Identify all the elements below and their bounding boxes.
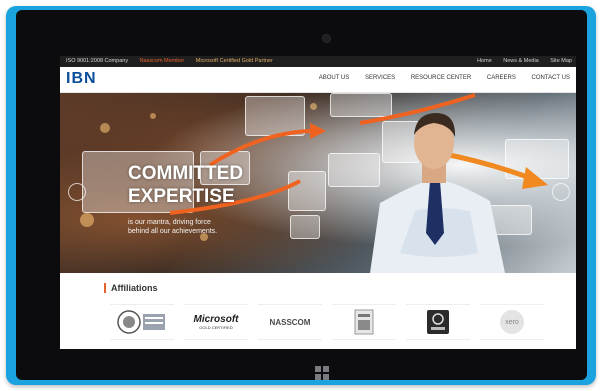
affiliation-logo-nasscom[interactable]: NASSCOM — [258, 304, 322, 340]
ibn-logo[interactable]: IBN — [66, 70, 97, 88]
nav-about-us[interactable]: ABOUT US — [319, 75, 350, 81]
affiliation-logo-iso[interactable] — [110, 304, 174, 340]
utility-bar: ISO 9001:2008 Company Nasscom Member Mic… — [60, 56, 576, 67]
affiliations-section: Affiliations Microsoft GOLD CERTIFIED NA… — [60, 273, 576, 349]
slider-prev-button[interactable] — [68, 183, 86, 201]
nav-contact-us[interactable]: CONTACT US — [532, 75, 570, 81]
nav-services[interactable]: SERVICES — [365, 75, 395, 81]
microsoft-logo-text: Microsoft — [193, 314, 239, 325]
link-site-map[interactable]: Site Map — [550, 58, 572, 64]
windows-key-icon[interactable] — [315, 366, 329, 380]
main-navbar: IBN ABOUT US SERVICES RESOURCE CENTER CA… — [60, 67, 576, 93]
wave-logo — [427, 310, 449, 334]
microsoft-partner-text: Microsoft Certified Gold Partner — [195, 58, 273, 64]
xero-logo: xero — [500, 310, 524, 334]
hero-headline-line1: COMMITTED — [128, 163, 244, 184]
affiliation-logo-microsoft[interactable]: Microsoft GOLD CERTIFIED — [184, 304, 248, 340]
businessman-image — [370, 113, 505, 273]
link-news-media[interactable]: News & Media — [503, 58, 538, 64]
nav-careers[interactable]: CAREERS — [487, 75, 516, 81]
slider-next-button[interactable] — [552, 183, 570, 201]
link-home[interactable]: Home — [477, 58, 492, 64]
hero-banner: COMMITTED EXPERTISE is our mantra, drivi… — [60, 93, 576, 273]
affiliation-logos: Microsoft GOLD CERTIFIED NASSCOM xero — [110, 304, 550, 340]
iso-certification-logo — [117, 310, 165, 334]
main-menu: ABOUT US SERVICES RESOURCE CENTER CAREER… — [305, 75, 570, 81]
hero-tagline-line2: behind all our achievements. — [128, 228, 218, 235]
nasscom-logo-text: NASSCOM — [269, 317, 311, 327]
affiliation-logo-xero[interactable]: xero — [480, 304, 544, 340]
affiliations-title: Affiliations — [104, 283, 158, 293]
hero-headline-line2: EXPERTISE — [128, 186, 235, 207]
iso-text: ISO 9001:2008 Company — [66, 58, 129, 64]
camera-icon — [322, 34, 331, 43]
nasscom-member-text: Nasscom Member — [139, 58, 185, 64]
nav-resource-center[interactable]: RESOURCE CENTER — [411, 75, 471, 81]
affiliation-logo-intuit[interactable] — [332, 304, 396, 340]
hero-tagline-line1: is our mantra, driving force — [128, 219, 211, 226]
hero-tagline: is our mantra, driving force behind all … — [128, 218, 217, 236]
microsoft-gold-text: GOLD CERTIFIED — [199, 325, 233, 330]
xero-logo-text: xero — [505, 318, 519, 326]
intuit-logo — [354, 309, 374, 335]
affiliation-logo-wave[interactable] — [406, 304, 470, 340]
website-screen: ISO 9001:2008 Company Nasscom Member Mic… — [60, 56, 576, 349]
